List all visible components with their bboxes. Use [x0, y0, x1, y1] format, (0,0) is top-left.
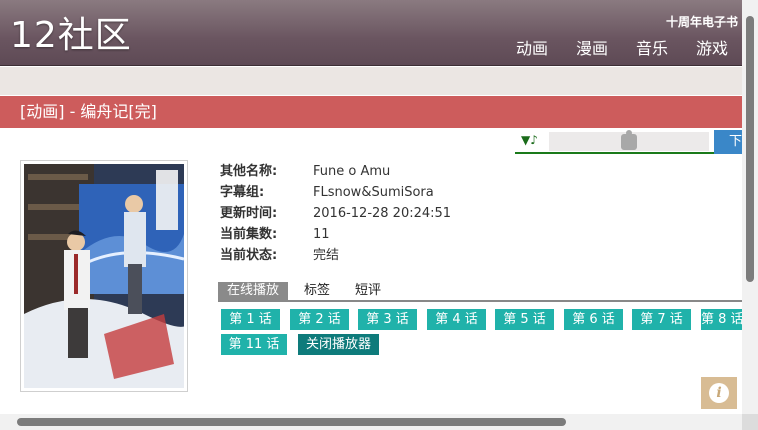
vertical-scrollbar[interactable]	[742, 0, 758, 414]
download-button[interactable]: 下	[714, 130, 742, 154]
episode-button[interactable]: 第 11 话	[221, 334, 287, 355]
title-bar: [动画] - 编舟记[完]	[0, 96, 742, 128]
info-value: FLsnow&SumiSora	[313, 185, 434, 200]
music-play-icon[interactable]: ▼♪	[521, 133, 538, 147]
tab-tags[interactable]: 标签	[304, 282, 330, 300]
anniversary-ebook-link[interactable]: 十周年电子书	[666, 13, 738, 30]
info-row-status: 当前状态: 完结	[220, 248, 451, 269]
main-nav: 动画 漫画 音乐 游戏	[516, 38, 728, 60]
info-row-subgroup: 字幕组: FLsnow&SumiSora	[220, 185, 451, 206]
anime-info: 其他名称: Fune o Amu 字幕组: FLsnow&SumiSora 更新…	[220, 164, 451, 269]
episode-button[interactable]: 第 1 话	[221, 309, 280, 330]
episode-button[interactable]: 第 4 话	[427, 309, 486, 330]
site-logo[interactable]: 12社区	[10, 14, 132, 58]
info-button[interactable]: i	[701, 377, 737, 409]
content-tabs: 在线播放 标签 短评	[218, 282, 742, 302]
info-row-episodes: 当前集数: 11	[220, 227, 451, 248]
nav-item-music[interactable]: 音乐	[636, 38, 668, 60]
tab-online-play[interactable]: 在线播放	[218, 282, 289, 300]
info-value: 11	[313, 227, 330, 242]
episode-button[interactable]: 第 5 话	[495, 309, 554, 330]
info-value: 2016-12-28 20:24:51	[313, 206, 452, 221]
horizontal-scroll-thumb[interactable]	[17, 418, 566, 426]
page-viewport: 12社区 十周年电子书 动画 漫画 音乐 游戏 [动画] - 编舟记[完] ▼♪…	[0, 0, 742, 414]
info-value: 完结	[313, 248, 340, 263]
vertical-scroll-thumb[interactable]	[746, 16, 754, 282]
info-label: 其他名称:	[220, 164, 278, 179]
puzzle-icon	[621, 129, 637, 150]
episode-button[interactable]: 第 8 话	[701, 309, 742, 330]
plugin-placeholder	[549, 129, 709, 151]
sub-header-band	[0, 67, 742, 95]
tab-reviews[interactable]: 短评	[355, 282, 381, 300]
info-icon: i	[709, 383, 729, 403]
info-row-alias: 其他名称: Fune o Amu	[220, 164, 451, 185]
info-label: 更新时间:	[220, 206, 278, 221]
episode-button[interactable]: 第 7 话	[632, 309, 691, 330]
info-value: Fune o Amu	[313, 164, 391, 179]
site-header: 12社区 十周年电子书 动画 漫画 音乐 游戏	[0, 0, 742, 66]
episode-button[interactable]: 第 6 话	[564, 309, 623, 330]
episode-button[interactable]: 第 2 话	[290, 309, 349, 330]
info-label: 字幕组:	[220, 185, 265, 200]
horizontal-scrollbar[interactable]	[0, 414, 742, 430]
info-label: 当前集数:	[220, 227, 278, 242]
info-row-updated: 更新时间: 2016-12-28 20:24:51	[220, 206, 451, 227]
cover-artwork	[24, 164, 184, 388]
info-label: 当前状态:	[220, 248, 278, 263]
scrollbar-corner	[742, 414, 758, 430]
cover-image	[20, 160, 188, 392]
episode-button[interactable]: 第 3 话	[358, 309, 417, 330]
close-player-button[interactable]: 关闭播放器	[298, 334, 379, 355]
music-player: ▼♪ 下	[515, 129, 742, 154]
nav-item-manga[interactable]: 漫画	[576, 38, 608, 60]
page-title: [动画] - 编舟记[完]	[20, 102, 157, 121]
nav-item-games[interactable]: 游戏	[696, 38, 728, 60]
nav-item-anime[interactable]: 动画	[516, 38, 548, 60]
